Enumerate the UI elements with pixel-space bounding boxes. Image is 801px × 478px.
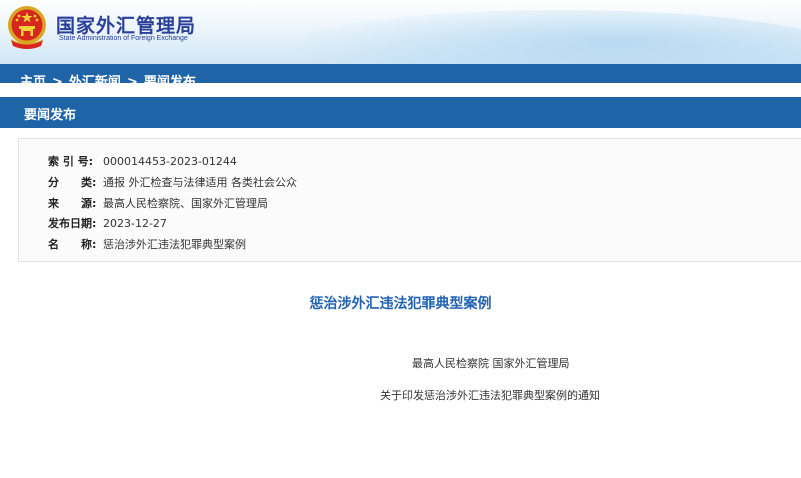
meta-category-row: 分 类: 通报 外汇检查与法律适用 各类社会公众 xyxy=(48,174,297,190)
site-banner: 国家外汇管理局 State Administration of Foreign … xyxy=(0,0,801,64)
national-emblem-icon[interactable] xyxy=(5,4,49,50)
meta-value: 000014453-2023-01244 xyxy=(103,155,237,168)
article-issuers: 最高人民检察院 国家外汇管理局 xyxy=(412,357,570,370)
article-title: 惩治涉外汇违法犯罪典型案例 xyxy=(309,296,492,312)
meta-label: 索 引 号: xyxy=(48,155,94,168)
meta-value: 最高人民检察院、国家外汇管理局 xyxy=(103,197,268,210)
breadcrumb-separator: > xyxy=(52,75,63,83)
meta-name-row: 名 称: 惩治涉外汇违法犯罪典型案例 xyxy=(48,236,246,252)
section-header: 要闻发布 xyxy=(0,97,801,128)
meta-label: 名 称: xyxy=(48,238,97,251)
breadcrumb-current[interactable]: 要闻发布 xyxy=(144,75,196,83)
site-name[interactable]: 国家外汇管理局 xyxy=(56,11,196,38)
meta-date-row: 发布日期: 2023-12-27 xyxy=(48,215,167,231)
banner-decoration xyxy=(281,10,801,64)
meta-index-row: 索 引 号: 000014453-2023-01244 xyxy=(48,153,237,169)
meta-source-row: 来 源: 最高人民检察院、国家外汇管理局 xyxy=(48,195,268,211)
meta-value: 2023-12-27 xyxy=(103,217,167,230)
breadcrumb-bar: 主页 > 外汇新闻 > 要闻发布 xyxy=(0,64,801,83)
article-notice-title: 关于印发惩治涉外汇违法犯罪典型案例的通知 xyxy=(380,389,600,402)
meta-label: 分 类: xyxy=(48,176,97,189)
meta-value: 惩治涉外汇违法犯罪典型案例 xyxy=(103,238,246,251)
meta-label: 发布日期: xyxy=(48,217,97,230)
meta-label: 来 源: xyxy=(48,197,97,210)
section-title: 要闻发布 xyxy=(24,108,77,123)
breadcrumb-news[interactable]: 外汇新闻 xyxy=(69,75,121,83)
breadcrumb-separator: > xyxy=(126,75,138,83)
breadcrumb: 主页 > 外汇新闻 > 要闻发布 xyxy=(20,71,202,83)
meta-value: 通报 外汇检查与法律适用 各类社会公众 xyxy=(103,176,297,189)
breadcrumb-home[interactable]: 主页 xyxy=(20,75,46,83)
metadata-panel: 索 引 号: 000014453-2023-01244 分 类: 通报 外汇检查与法… xyxy=(18,138,801,262)
site-name-english: State Administration of Foreign Exchange xyxy=(59,35,188,42)
